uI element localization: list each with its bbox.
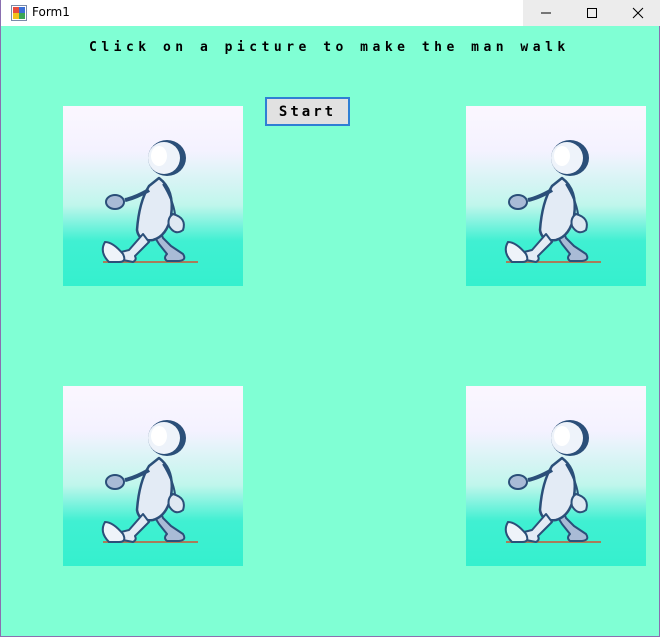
- walker-picture-bottom-right[interactable]: [466, 386, 646, 566]
- walking-man-icon: [466, 106, 646, 286]
- maximize-button[interactable]: [569, 0, 615, 26]
- walking-man-icon: [466, 386, 646, 566]
- form-client-area: Click on a picture to make the man walk …: [1, 26, 659, 636]
- start-button[interactable]: Start: [265, 97, 350, 126]
- app-window: Form1 Click on a picture to make the man…: [0, 0, 660, 637]
- walking-man-icon: [63, 106, 243, 286]
- maximize-icon: [587, 8, 597, 18]
- walker-picture-top-right[interactable]: [466, 106, 646, 286]
- winforms-app-icon[interactable]: [11, 5, 27, 21]
- walking-man-icon: [63, 386, 243, 566]
- walker-picture-bottom-left[interactable]: [63, 386, 243, 566]
- minimize-button[interactable]: [523, 0, 569, 26]
- close-button[interactable]: [615, 0, 660, 26]
- instruction-label: Click on a picture to make the man walk: [89, 40, 570, 55]
- minimize-icon: [541, 12, 551, 14]
- window-title: Form1: [32, 5, 70, 19]
- walker-picture-top-left[interactable]: [63, 106, 243, 286]
- close-icon: [632, 7, 644, 19]
- title-bar[interactable]: Form1: [1, 0, 660, 26]
